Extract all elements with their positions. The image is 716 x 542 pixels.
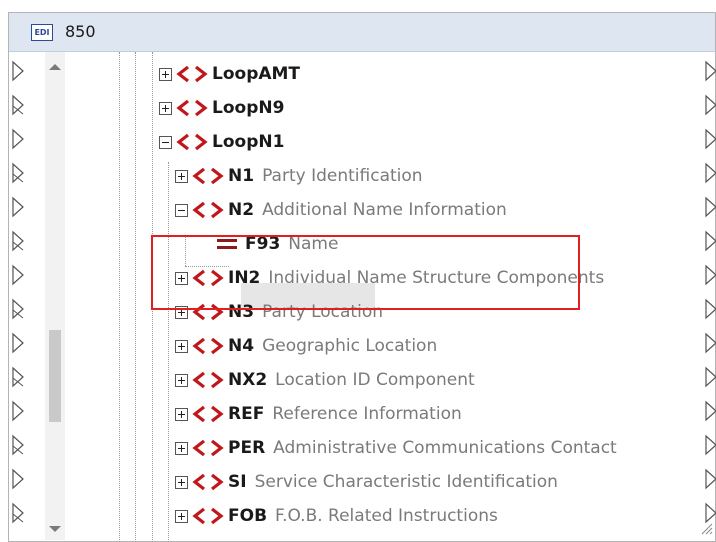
output-connector-icon[interactable] (705, 230, 716, 252)
tree-row[interactable]: N4 Geographic Location (175, 331, 437, 361)
output-connector-icon[interactable] (705, 298, 716, 320)
tree-area: LoopAMT LoopN9 LoopN1 N1 Party Identificatio… (9, 52, 716, 542)
input-connector-icon[interactable] (11, 196, 25, 218)
input-connector-icon[interactable] (11, 400, 25, 422)
output-connector-icon[interactable] (705, 196, 716, 218)
element-tag-icon (192, 167, 224, 185)
element-tag-icon (192, 473, 224, 491)
tree-guide-line (119, 52, 120, 542)
input-connector-icon[interactable] (11, 468, 25, 490)
tree-node-description: Geographic Location (262, 336, 438, 356)
tree-node-name: LoopN9 (212, 98, 285, 118)
tree-node-name: REF (228, 404, 265, 424)
tree-node-name: PER (228, 438, 266, 458)
tree-node-name: N4 (228, 336, 255, 356)
expand-icon[interactable] (159, 67, 172, 81)
output-connector-icon[interactable] (705, 94, 716, 116)
input-connector-icon[interactable] (11, 94, 25, 116)
tree-row[interactable]: LoopN1 (159, 127, 284, 157)
tree-node-description: Location ID Component (275, 370, 475, 390)
tree-node-description: Additional Name Information (262, 200, 507, 220)
highlight-box (151, 235, 580, 310)
scroll-down-arrow-icon[interactable] (45, 522, 65, 536)
component-titlebar[interactable]: EDI 850 (9, 13, 715, 52)
output-connector-icon[interactable] (705, 264, 716, 286)
tree-row[interactable]: SI Service Characteristic Identification (175, 467, 558, 497)
collapse-icon[interactable] (159, 135, 172, 149)
output-connector-icon[interactable] (705, 468, 716, 490)
element-tag-icon (176, 65, 208, 83)
input-connector-icon[interactable] (11, 502, 25, 524)
collapse-icon[interactable] (175, 203, 188, 217)
input-connector-icon[interactable] (11, 298, 25, 320)
output-connector-icon[interactable] (705, 332, 716, 354)
expand-icon[interactable] (175, 339, 188, 353)
tree-guide-line (135, 52, 136, 542)
component-title: 850 (65, 22, 96, 41)
tree-node-description: Party Identification (262, 166, 423, 186)
element-tag-icon (192, 405, 224, 423)
tree-node-description: Administrative Communications Contact (273, 438, 617, 458)
element-tag-icon (176, 99, 208, 117)
edi-icon: EDI (31, 24, 53, 41)
tree-node-name: LoopN1 (212, 132, 285, 152)
input-connector-icon[interactable] (11, 162, 25, 184)
element-tag-icon (192, 371, 224, 389)
element-tag-icon (176, 133, 208, 151)
tree-node-description: Service Characteristic Identification (254, 472, 558, 492)
tree-row[interactable]: N2 Additional Name Information (175, 195, 507, 225)
edi-component-panel: EDI 850 LoopAMT LoopN9 LoopN1 N1 Party Ident… (8, 12, 716, 542)
tree-row[interactable]: FOB F.O.B. Related Instructions (175, 501, 498, 531)
tree-node-name: FOB (228, 506, 268, 526)
input-connector-icon[interactable] (11, 60, 25, 82)
input-connector-icon[interactable] (11, 434, 25, 456)
tree-row[interactable]: PER Administrative Communications Contact (175, 433, 617, 463)
expand-icon[interactable] (175, 475, 188, 489)
input-connector-icon[interactable] (11, 128, 25, 150)
expand-icon[interactable] (175, 441, 188, 455)
expand-icon[interactable] (159, 101, 172, 115)
tree-guide-line (168, 162, 169, 542)
output-connector-icon[interactable] (705, 60, 716, 82)
expand-icon[interactable] (175, 373, 188, 387)
tree-row[interactable]: LoopN9 (159, 93, 284, 123)
tree-node-description: Reference Information (272, 404, 462, 424)
tree-node-name: SI (228, 472, 247, 492)
output-connector-icon[interactable] (705, 366, 716, 388)
tree-row[interactable]: NX2 Location ID Component (175, 365, 475, 395)
scrollbar-thumb[interactable] (49, 330, 61, 422)
tree-row[interactable]: LoopAMT (159, 59, 300, 89)
input-connector-icon[interactable] (11, 230, 25, 252)
vertical-scrollbar[interactable] (45, 52, 65, 540)
tree-node-name: N1 (228, 166, 255, 186)
expand-icon[interactable] (175, 407, 188, 421)
element-tag-icon (192, 337, 224, 355)
output-connector-icon[interactable] (705, 162, 716, 184)
tree-row[interactable]: REF Reference Information (175, 399, 462, 429)
scroll-up-arrow-icon[interactable] (45, 60, 65, 74)
expand-icon[interactable] (175, 509, 188, 523)
resize-grip-icon[interactable] (699, 521, 713, 535)
tree-row[interactable]: N1 Party Identification (175, 161, 423, 191)
input-connector-icon[interactable] (11, 332, 25, 354)
output-connector-icon[interactable] (705, 434, 716, 456)
input-connector-icon[interactable] (11, 264, 25, 286)
tree-node-name: N2 (228, 200, 255, 220)
element-tag-icon (192, 507, 224, 525)
output-connector-icon[interactable] (705, 400, 716, 422)
output-connector-icon[interactable] (705, 128, 716, 150)
tree-node-name: LoopAMT (212, 64, 301, 84)
tree-node-description: F.O.B. Related Instructions (275, 506, 498, 526)
tree-node-name: NX2 (228, 370, 268, 390)
input-connector-icon[interactable] (11, 366, 25, 388)
element-tag-icon (192, 439, 224, 457)
element-tag-icon (192, 201, 224, 219)
expand-icon[interactable] (175, 169, 188, 183)
